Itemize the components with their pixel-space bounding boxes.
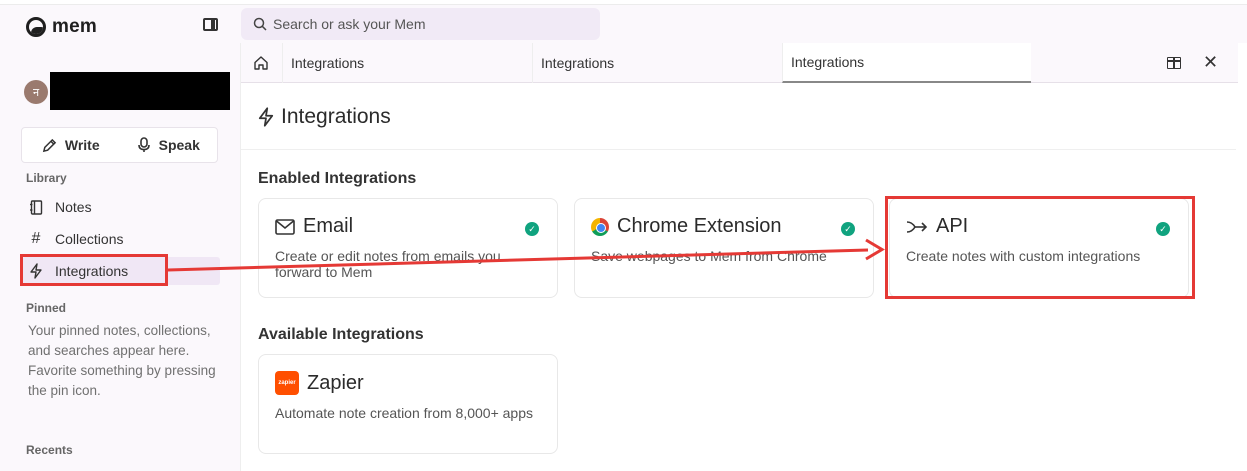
annotation-arrow (167, 238, 885, 272)
